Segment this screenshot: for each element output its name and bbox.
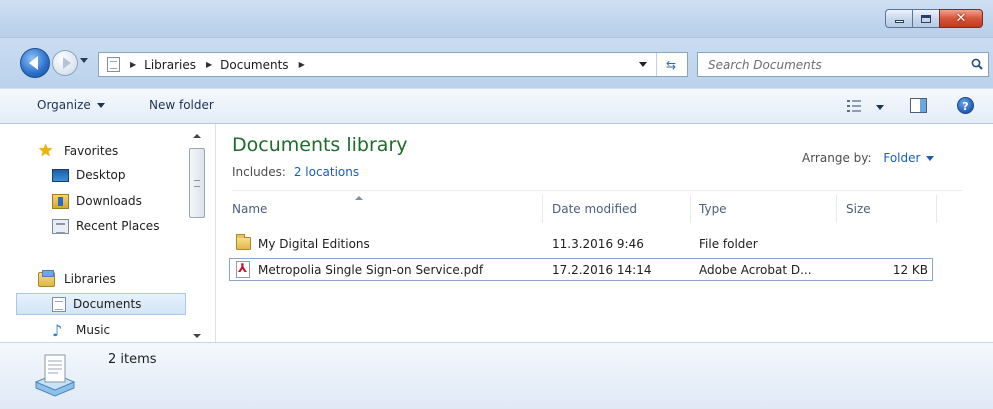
file-name: Metropolia Single Sign-on Service.pdf [258, 263, 484, 277]
scrollbar-thumb[interactable] [189, 148, 205, 218]
pdf-icon [236, 261, 250, 278]
preview-pane-icon[interactable] [910, 98, 927, 113]
column-header-size[interactable]: Size [846, 195, 871, 223]
sidebar-item-favorites[interactable]: ★ Favorites [38, 140, 118, 162]
close-button[interactable]: ✕ [939, 9, 983, 28]
address-dropdown-icon[interactable] [639, 62, 647, 67]
column-header-date-modified[interactable]: Date modified [552, 195, 637, 223]
sidebar-item-label: Libraries [64, 272, 116, 286]
organize-label: Organize [37, 98, 91, 112]
navigation-scrollbar[interactable] [188, 128, 206, 342]
refresh-icon: ⇆ [665, 57, 677, 72]
views-dropdown-icon[interactable] [876, 105, 884, 110]
locations-link[interactable]: 2 locations [294, 165, 359, 179]
help-icon[interactable]: ? [957, 97, 974, 114]
title-bar: ✕ [0, 0, 993, 38]
table-row[interactable]: Metropolia Single Sign-on Service.pdf 17… [229, 258, 933, 281]
sidebar-item-music[interactable]: ♪ Music [52, 319, 110, 341]
search-input[interactable] [708, 57, 968, 72]
library-includes: Includes: 2 locations [232, 165, 359, 179]
arrange-by-value: Folder [883, 151, 921, 165]
breadcrumb-documents[interactable]: Documents [220, 58, 288, 72]
window-controls: ✕ [885, 9, 983, 28]
chevron-down-icon [926, 156, 935, 161]
maximize-icon [921, 14, 931, 23]
details-pane: 2 items [0, 342, 993, 409]
search-icon[interactable] [971, 58, 983, 70]
forward-arrow-icon [62, 57, 71, 69]
star-icon: ★ [38, 140, 54, 161]
desktop-icon [52, 168, 69, 182]
includes-label: Includes: [232, 165, 286, 179]
sidebar-item-label: Documents [73, 297, 142, 311]
minimize-icon [894, 20, 904, 23]
column-divider[interactable] [542, 195, 543, 223]
file-size: 12 KB [892, 263, 928, 277]
arrange-by-dropdown[interactable]: Folder [883, 151, 935, 165]
item-count: 2 items [108, 352, 157, 367]
navigation-bar: ▶ Libraries ▶ Documents ▶ ⇆ [0, 38, 993, 88]
breadcrumb-separator-icon[interactable]: ▶ [206, 60, 212, 69]
pane-divider[interactable] [215, 124, 216, 342]
documents-library-icon [34, 354, 76, 397]
arrange-by-label: Arrange by: [802, 151, 872, 165]
sidebar-item-label: Music [76, 323, 111, 337]
column-divider[interactable] [836, 195, 837, 223]
recent-pages-dropdown[interactable] [80, 58, 88, 63]
close-icon: ✕ [955, 11, 967, 26]
folder-icon [236, 234, 251, 250]
sidebar-item-downloads[interactable]: Downloads [52, 190, 142, 212]
sidebar-item-label: Downloads [76, 194, 142, 208]
documents-location-icon [107, 57, 120, 72]
sidebar-item-recent-places[interactable]: Recent Places [52, 215, 159, 237]
column-header-name[interactable]: Name [232, 195, 267, 223]
libraries-icon [38, 269, 55, 287]
sidebar-item-label: Recent Places [76, 219, 160, 233]
forward-button[interactable] [52, 50, 78, 76]
navigation-pane: ★ Favorites Desktop Downloads Recent Pla… [0, 124, 215, 342]
refresh-button[interactable]: ⇆ [661, 56, 681, 73]
file-date-modified: 11.3.2016 9:46 [552, 237, 644, 251]
address-divider [656, 53, 657, 76]
scroll-up-icon[interactable] [193, 134, 201, 138]
library-title: Documents library [232, 134, 408, 156]
sort-ascending-icon [355, 196, 363, 200]
column-divider[interactable] [690, 195, 691, 223]
minimize-button[interactable] [885, 9, 912, 28]
sidebar-item-label: Desktop [76, 168, 126, 182]
breadcrumb-libraries[interactable]: Libraries [144, 58, 196, 72]
scroll-down-icon[interactable] [193, 334, 201, 338]
views-icon[interactable] [847, 100, 861, 112]
column-header-type[interactable]: Type [699, 195, 727, 223]
sidebar-item-desktop[interactable]: Desktop [52, 164, 126, 186]
table-row[interactable]: My Digital Editions 11.3.2016 9:46 File … [229, 233, 933, 256]
file-type: Adobe Acrobat D... [699, 263, 812, 277]
column-divider[interactable] [936, 195, 937, 223]
maximize-button[interactable] [912, 9, 939, 28]
organize-button[interactable]: Organize [37, 98, 105, 112]
chevron-down-icon [96, 103, 105, 108]
breadcrumb-separator-icon[interactable]: ▶ [299, 60, 305, 69]
back-arrow-icon [29, 56, 38, 70]
documents-icon [52, 296, 66, 312]
sidebar-item-documents[interactable]: Documents [16, 293, 186, 315]
file-type: File folder [699, 237, 758, 251]
recent-places-icon [52, 218, 69, 234]
breadcrumb-separator-icon[interactable]: ▶ [130, 60, 136, 69]
back-button[interactable] [20, 48, 50, 78]
library-header-divider [232, 190, 962, 191]
new-folder-button[interactable]: New folder [149, 98, 214, 112]
file-name: My Digital Editions [258, 237, 370, 251]
sidebar-item-label: Favorites [64, 144, 119, 158]
music-icon: ♪ [52, 320, 63, 340]
file-date-modified: 17.2.2016 14:14 [552, 263, 652, 277]
address-bar[interactable]: ▶ Libraries ▶ Documents ▶ ⇆ [98, 52, 688, 77]
downloads-icon [52, 193, 69, 209]
command-bar: Organize New folder ? [0, 88, 993, 124]
search-box[interactable] [697, 52, 989, 77]
sidebar-item-libraries[interactable]: Libraries [38, 268, 116, 290]
arrange-by: Arrange by: Folder [802, 151, 935, 165]
